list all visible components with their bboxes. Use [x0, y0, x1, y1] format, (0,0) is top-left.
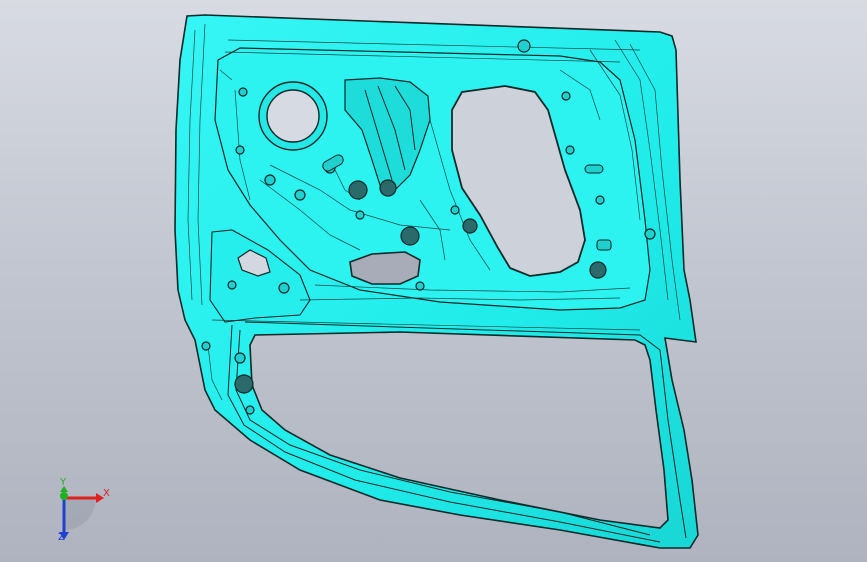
x-axis-label: X: [103, 488, 110, 499]
z-axis-label: Z: [58, 532, 65, 543]
y-axis-arrow: [60, 492, 68, 500]
graphics-viewport[interactable]: X Y Z: [0, 0, 867, 562]
door-panel-model[interactable]: [0, 0, 867, 562]
speaker-opening: [258, 81, 328, 151]
orientation-triad[interactable]: X Y Z: [44, 478, 114, 548]
y-axis-label: Y: [60, 477, 67, 488]
